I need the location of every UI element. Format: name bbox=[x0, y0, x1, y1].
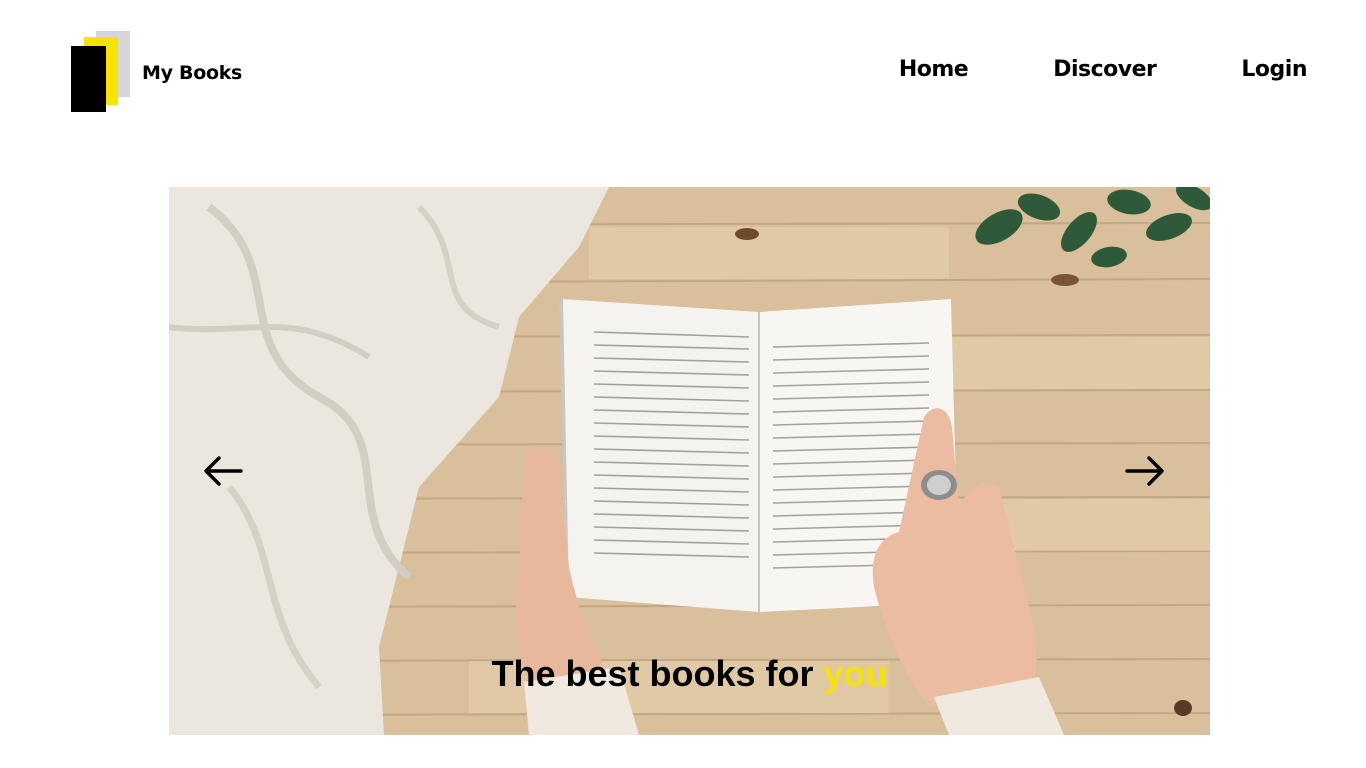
hero-caption-highlight: you bbox=[823, 653, 888, 694]
nav-discover-link[interactable]: Discover bbox=[1053, 57, 1157, 82]
hero-carousel: The best books for you bbox=[169, 187, 1210, 735]
brand-logo-link[interactable]: My Books bbox=[71, 31, 243, 113]
main-nav: Home Discover Login bbox=[899, 57, 1308, 82]
brand-name: My Books bbox=[142, 62, 243, 84]
carousel-next-button[interactable] bbox=[1125, 454, 1165, 488]
carousel-prev-button[interactable] bbox=[203, 454, 243, 488]
hero-caption: The best books for you bbox=[169, 653, 1210, 695]
nav-login-link[interactable]: Login bbox=[1241, 57, 1307, 82]
arrow-left-icon bbox=[204, 456, 243, 486]
nav-home-link[interactable]: Home bbox=[899, 57, 969, 82]
books-logo-icon bbox=[71, 31, 131, 113]
hero-caption-text: The best books for bbox=[491, 653, 824, 694]
arrow-right-icon bbox=[1125, 456, 1164, 486]
